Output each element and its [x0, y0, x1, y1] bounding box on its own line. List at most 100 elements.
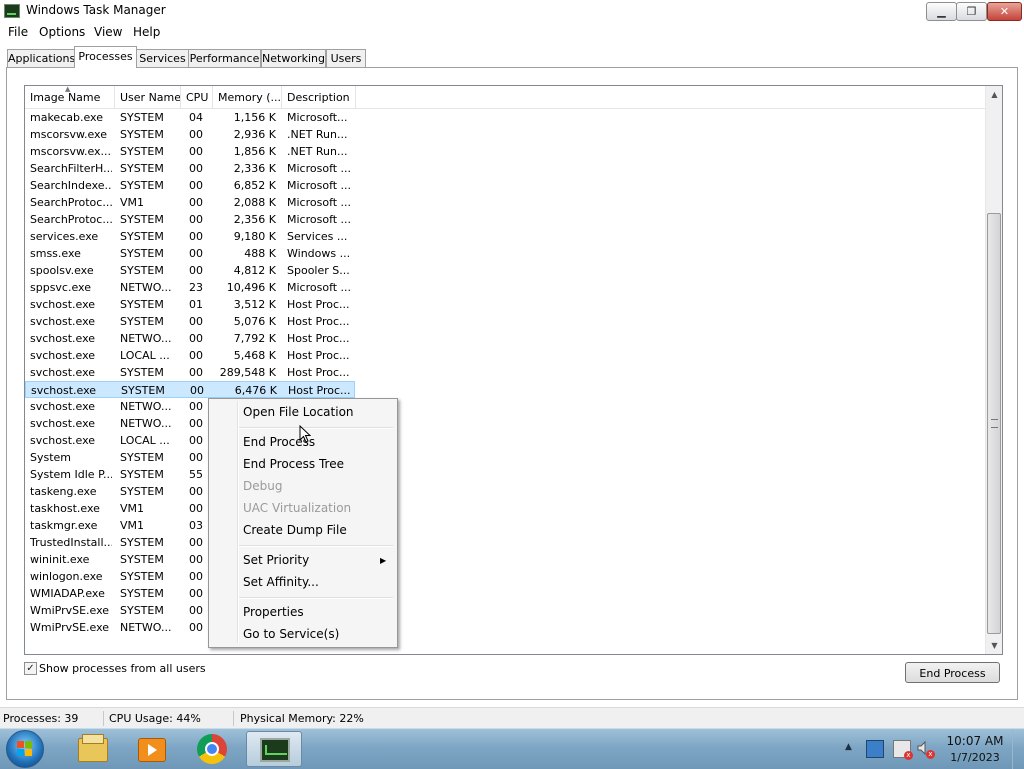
- cell-description: Microsoft...: [287, 111, 348, 124]
- scroll-up-icon[interactable]: ▲: [986, 86, 1002, 103]
- taskbar-media-player[interactable]: [122, 731, 178, 767]
- network-icon[interactable]: [866, 740, 884, 758]
- cell-user-name: NETWO...: [120, 621, 172, 634]
- menu-end-process-tree[interactable]: End Process Tree: [243, 457, 344, 471]
- cell-description: Host Proc...: [287, 298, 350, 311]
- cell-memory: 488 K: [244, 247, 276, 260]
- cell-user-name: SYSTEM: [120, 570, 164, 583]
- table-row[interactable]: spoolsv.exe SYSTEM 00 4,812 K Spooler S...: [25, 262, 355, 279]
- task-manager-icon: [4, 4, 20, 18]
- menu-options[interactable]: Options: [39, 25, 85, 39]
- table-row[interactable]: SearchProtoc... VM1 00 2,088 K Microsoft ...: [25, 194, 355, 211]
- vertical-scrollbar[interactable]: ▲ ▼: [985, 86, 1002, 654]
- tab-performance[interactable]: Performance: [188, 49, 261, 67]
- cell-description: Microsoft ...: [287, 213, 351, 226]
- clock-time[interactable]: 10:07 AM: [945, 734, 1005, 748]
- menu-set-priority[interactable]: Set Priority: [243, 553, 309, 567]
- menu-open-file-location[interactable]: Open File Location: [243, 405, 354, 419]
- clock-date[interactable]: 1/7/2023: [945, 751, 1005, 764]
- status-bar: Processes: 39 CPU Usage: 44% Physical Me…: [0, 707, 1024, 729]
- menu-separator: [239, 545, 393, 547]
- cell-cpu: 00: [189, 366, 203, 379]
- cell-image-name: svchost.exe: [30, 417, 96, 430]
- windows-logo-icon: [17, 741, 33, 757]
- taskbar-task-manager[interactable]: [246, 731, 302, 767]
- tab-services[interactable]: Services: [136, 49, 189, 67]
- menu-set-affinity[interactable]: Set Affinity...: [243, 575, 319, 589]
- action-center-icon[interactable]: x: [893, 740, 913, 760]
- close-button[interactable]: ✕: [987, 2, 1022, 21]
- column-cpu[interactable]: CPU: [181, 86, 213, 108]
- table-row[interactable]: makecab.exe SYSTEM 04 1,156 K Microsoft...: [25, 109, 355, 126]
- cell-cpu: 00: [189, 230, 203, 243]
- menu-view[interactable]: View: [94, 25, 122, 39]
- status-divider: [103, 711, 104, 726]
- start-button[interactable]: [6, 730, 44, 768]
- column-image-name[interactable]: ▲ Image Name: [25, 86, 115, 108]
- show-desktop-button[interactable]: [1012, 729, 1024, 769]
- cell-description: .NET Run...: [287, 145, 348, 158]
- table-row[interactable]: svchost.exe SYSTEM 00 6,476 K Host Proc...: [25, 381, 355, 398]
- table-row[interactable]: SearchFilterH... SYSTEM 00 2,336 K Microsoft…: [25, 160, 355, 177]
- table-row[interactable]: svchost.exe SYSTEM 01 3,512 K Host Proc...: [25, 296, 355, 313]
- menu-go-to-services[interactable]: Go to Service(s): [243, 627, 339, 641]
- cell-cpu: 00: [189, 502, 203, 515]
- menu-file[interactable]: File: [8, 25, 28, 39]
- scroll-thumb[interactable]: [987, 213, 1001, 634]
- status-memory: Physical Memory: 22%: [240, 712, 364, 725]
- cell-user-name: SYSTEM: [120, 587, 164, 600]
- table-row[interactable]: mscorsvw.exe SYSTEM 00 2,936 K .NET Run...: [25, 126, 355, 143]
- cell-cpu: 03: [189, 519, 203, 532]
- minimize-button[interactable]: ▁: [926, 2, 957, 21]
- tab-applications[interactable]: Applications: [7, 49, 75, 67]
- scroll-down-icon[interactable]: ▼: [986, 637, 1002, 654]
- cell-cpu: 00: [189, 332, 203, 345]
- status-divider: [233, 711, 234, 726]
- show-hidden-icons-icon[interactable]: ▲: [845, 742, 852, 752]
- table-row[interactable]: smss.exe SYSTEM 00 488 K Windows ...: [25, 245, 355, 262]
- show-all-users-checkbox[interactable]: ✓: [24, 662, 37, 675]
- cell-user-name: NETWO...: [120, 332, 172, 345]
- table-row[interactable]: svchost.exe SYSTEM 00 289,548 K Host Proc...: [25, 364, 355, 381]
- menu-properties[interactable]: Properties: [243, 605, 304, 619]
- column-user-name[interactable]: User Name: [115, 86, 181, 108]
- table-row[interactable]: services.exe SYSTEM 00 9,180 K Services ...: [25, 228, 355, 245]
- tab-networking[interactable]: Networking: [261, 49, 326, 67]
- cell-image-name: WMIADAP.exe: [30, 587, 105, 600]
- cell-user-name: VM1: [120, 502, 145, 515]
- cell-memory: 1,856 K: [233, 145, 276, 158]
- tab-processes[interactable]: Processes: [74, 46, 137, 68]
- taskbar-chrome[interactable]: [184, 731, 240, 767]
- cell-cpu: 00: [189, 162, 203, 175]
- maximize-button[interactable]: ❐: [956, 2, 987, 21]
- submenu-arrow-icon: ▶: [380, 556, 387, 565]
- table-row[interactable]: svchost.exe LOCAL ... 00 5,468 K Host Proc..…: [25, 347, 355, 364]
- sort-arrow-icon: ▲: [65, 86, 71, 93]
- cell-description: Microsoft ...: [287, 179, 351, 192]
- cell-memory: 2,936 K: [233, 128, 276, 141]
- column-memory[interactable]: Memory (...: [213, 86, 282, 108]
- end-process-button[interactable]: End Process: [905, 662, 1000, 683]
- cell-image-name: SearchIndexe...: [30, 179, 112, 192]
- cell-user-name: SYSTEM: [120, 213, 164, 226]
- table-row[interactable]: svchost.exe NETWO... 00 7,792 K Host Proc...: [25, 330, 355, 347]
- table-row[interactable]: sppsvc.exe NETWO... 23 10,496 K Microsoft ..…: [25, 279, 355, 296]
- volume-icon[interactable]: x: [916, 740, 935, 759]
- table-row[interactable]: SearchProtoc... SYSTEM 00 2,356 K Microsoft …: [25, 211, 355, 228]
- cell-cpu: 00: [189, 196, 203, 209]
- menu-create-dump-file[interactable]: Create Dump File: [243, 523, 347, 537]
- taskbar-explorer[interactable]: [62, 731, 118, 767]
- table-row[interactable]: svchost.exe SYSTEM 00 5,076 K Host Proc...: [25, 313, 355, 330]
- cell-cpu: 00: [189, 349, 203, 362]
- cell-image-name: mscorsvw.exe: [30, 128, 107, 141]
- menu-help[interactable]: Help: [133, 25, 160, 39]
- tab-users[interactable]: Users: [326, 49, 366, 67]
- table-row[interactable]: mscorsvw.ex... SYSTEM 00 1,856 K .NET Run...: [25, 143, 355, 160]
- column-description[interactable]: Description: [282, 86, 356, 108]
- cell-description: Host Proc...: [287, 332, 350, 345]
- show-all-users-label[interactable]: Show processes from all users: [39, 662, 206, 675]
- status-cpu: CPU Usage: 44%: [109, 712, 201, 725]
- table-row[interactable]: SearchIndexe... SYSTEM 00 6,852 K Microsoft …: [25, 177, 355, 194]
- process-list[interactable]: ▲ Image Name User Name CPU Memory (... D…: [24, 85, 1003, 655]
- cell-memory: 6,476 K: [234, 384, 277, 397]
